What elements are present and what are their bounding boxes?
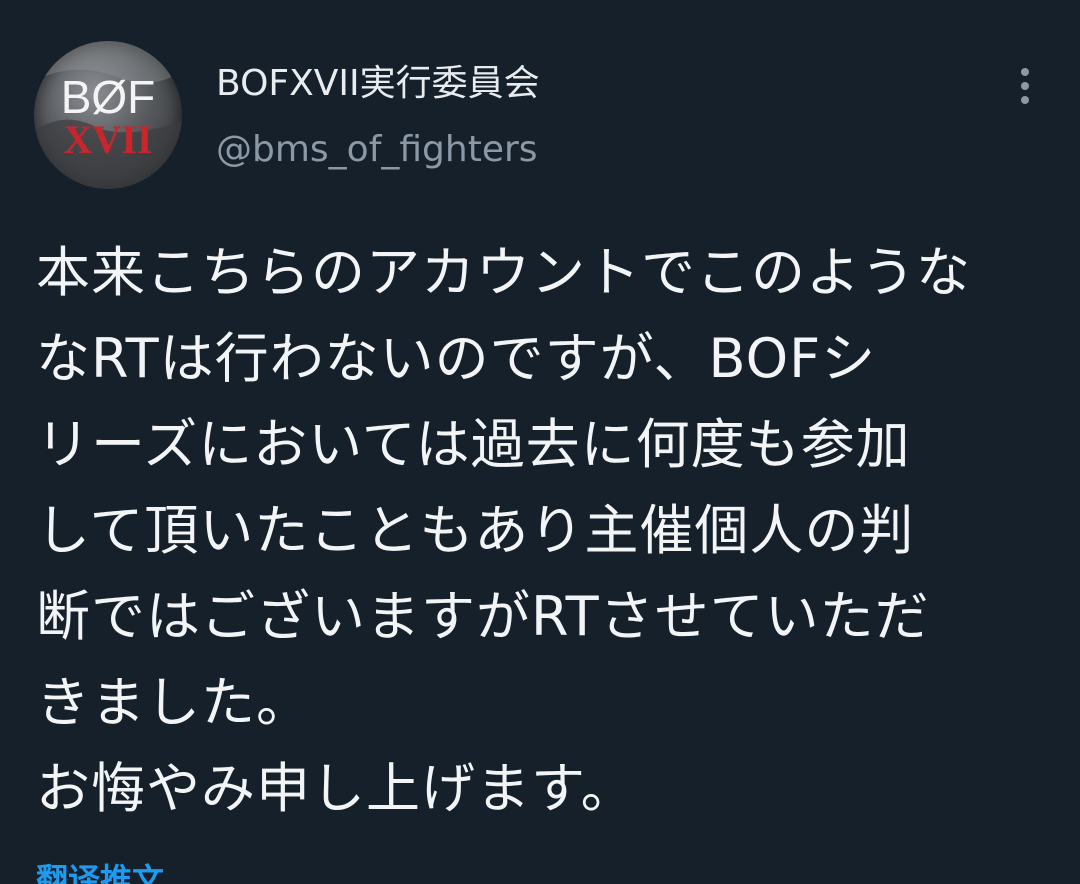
avatar-logo-top: BØF (61, 71, 156, 123)
display-name[interactable]: BOFXVII実行委員会 (216, 58, 540, 110)
user-handle[interactable]: @bms_of_fighters (216, 124, 538, 176)
bof-logo-icon: BØF XVII (34, 41, 182, 189)
more-vertical-icon[interactable] (1008, 66, 1042, 106)
avatar[interactable]: BØF XVII (34, 41, 182, 189)
translate-tweet-link[interactable]: 翻译推文 (36, 860, 164, 884)
avatar-logo-bottom: XVII (64, 117, 153, 162)
tweet-text: 本来こちらのアカウントでこのような なRTは行わないのですが、BOFシ リーズに… (36, 241, 971, 820)
previous-tweet-fragment (290, 0, 370, 4)
